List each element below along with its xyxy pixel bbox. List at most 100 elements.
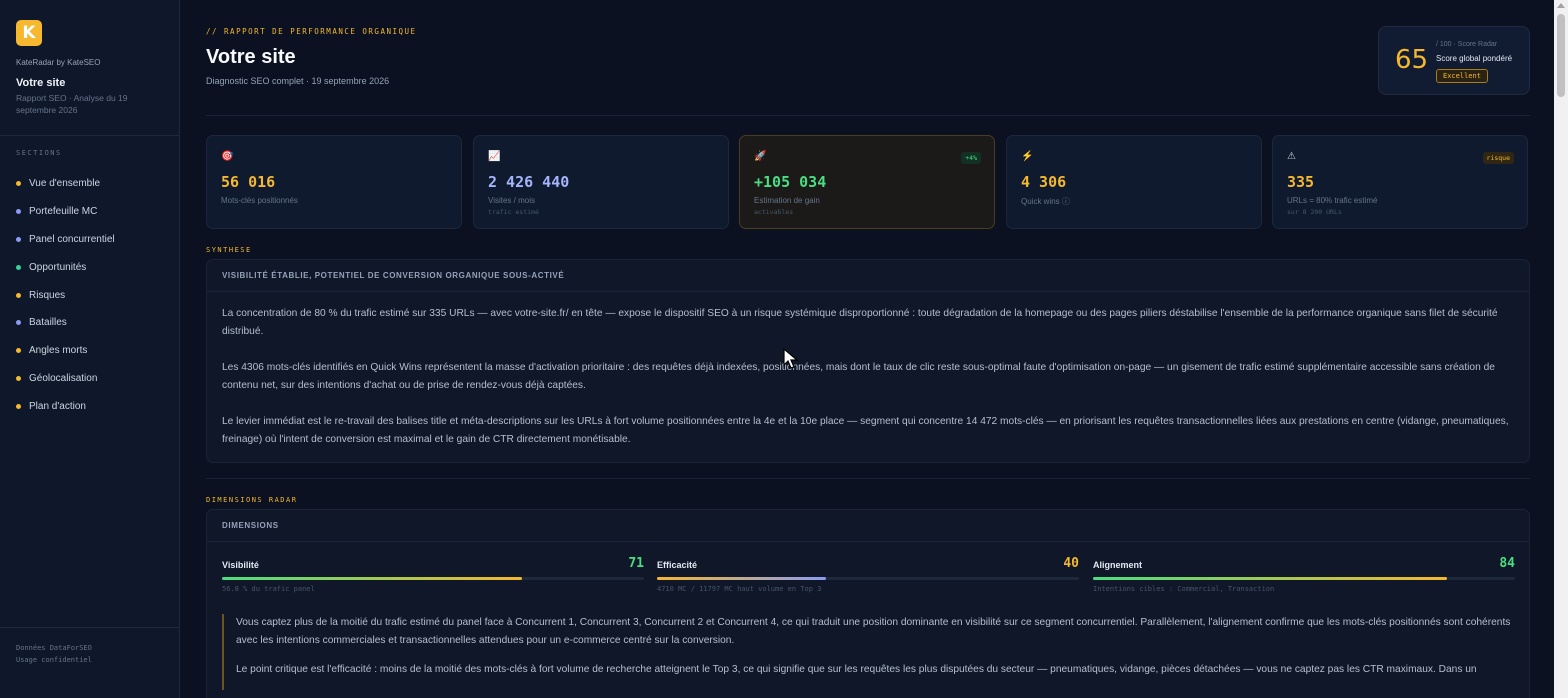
synthese-paragraph: La concentration de 80 % du trafic estim… [222, 308, 1498, 337]
kpi-card: ⚡ 4 306 Quick wins ⓘ [1006, 135, 1262, 229]
kpi-label: Mots-clés positionnés [221, 196, 298, 205]
kpi-card: ⚠ 335 URLs = 80% trafic estimé sur 8 200 UR… [1272, 135, 1528, 229]
report-subtitle: Rapport SEO · Analyse du 19 septembre 20… [16, 93, 128, 115]
kpi-value: 4 306 [1021, 173, 1067, 191]
dimension-name: Efficacité [657, 560, 698, 570]
sidebar-nav: Vue d'ensemble Portefeuille MC Panel concu… [16, 170, 115, 420]
kpi-card: 🚀 +105 034 Estimation de gain activables +4% [739, 135, 995, 229]
dimension-score: 84 [1499, 556, 1515, 571]
kpi-card: 📈 2 426 440 Visites / mois trafic estimé [473, 135, 729, 229]
synthese-card: VISIBILITÉ ÉTABLIE, POTENTIEL DE CONVERS… [206, 259, 1530, 463]
sidebar-item-label: Géolocalisation [29, 372, 98, 384]
sidebar-footer: Données DataForSEO Usage confidentiel [16, 642, 92, 666]
dimension-note: 56.8 % du trafic panel [222, 585, 315, 593]
sidebar-item-label: Plan d'action [29, 400, 86, 412]
lightning-icon: ⚡ [1021, 151, 1034, 162]
sidebar-item[interactable]: Géolocalisation [16, 365, 115, 393]
synthese-paragraph: Le levier immédiat est le re-travail des… [222, 416, 1509, 445]
page-title: Votre site [206, 46, 296, 68]
rocket-icon: 🚀 [754, 151, 767, 162]
analysis-paragraph: Vous captez plus de la moitié du trafic … [236, 617, 1511, 646]
scrollbar-thumb[interactable] [1557, 14, 1565, 97]
page-subtitle: Diagnostic SEO complet · 19 septembre 20… [206, 76, 390, 86]
sidebar-item[interactable]: Risques [16, 281, 115, 309]
dimension-note: 4710 MC / 11797 MC haut volume en Top 3 [657, 585, 822, 593]
score-badge: Excellent [1436, 69, 1488, 83]
score-card: 65 / 100 · Score Radar Score global pond… [1378, 26, 1530, 95]
nav-dot-icon [16, 292, 21, 298]
synthese-heading: VISIBILITÉ ÉTABLIE, POTENTIEL DE CONVERS… [207, 260, 1529, 292]
score-label: Score global pondéré [1436, 54, 1513, 63]
nav-dot-icon [16, 264, 21, 270]
kpi-card: 🎯 56 016 Mots-clés positionnés [206, 135, 462, 229]
nav-dot-icon [16, 320, 21, 326]
sidebar-item[interactable]: Batailles [16, 309, 115, 337]
target-icon: 🎯 [221, 151, 234, 162]
dimension-progress-fill [222, 577, 522, 580]
dimension-score: 71 [628, 556, 644, 571]
dimension-progress-fill [1093, 577, 1448, 580]
sidebar-item-label: Panel concurrentiel [29, 233, 115, 245]
sidebar-item[interactable]: Portefeuille MC [16, 198, 115, 226]
sidebar-item-label: Risques [29, 289, 66, 301]
sidebar-item-label: Portefeuille MC [29, 206, 98, 218]
mouse-cursor-icon [783, 348, 799, 369]
sidebar-divider [0, 135, 180, 136]
kpi-value: 56 016 [221, 173, 276, 191]
dimensions-card: DIMENSIONS Visibilité 71 56.8 % du trafic … [206, 509, 1530, 698]
sidebar-item[interactable]: Angles morts [16, 337, 115, 365]
sidebar-item[interactable]: Opportunités [16, 253, 115, 281]
dimension-progress-bar [657, 577, 1079, 580]
kpi-label: Visites / mois [488, 196, 535, 205]
footer-data-source: Données DataForSEO [16, 644, 92, 652]
kpi-label: Estimation de gain [754, 196, 820, 205]
nav-dot-icon [16, 348, 21, 354]
warning-icon: ⚠ [1287, 151, 1296, 162]
brand-name: KateRadar by KateSEO [16, 58, 101, 67]
sidebar-item-label: Batailles [29, 317, 67, 329]
nav-dot-icon [16, 181, 21, 187]
dimension-progress-bar [1093, 577, 1515, 580]
scrollbar[interactable] [1554, 0, 1568, 698]
dimension-note: Intentions cibles : Commercial, Transact… [1093, 585, 1275, 593]
section-divider [206, 478, 1530, 479]
score-caption: / 100 · Score Radar [1436, 41, 1498, 48]
score-value: 65 [1395, 45, 1429, 75]
nav-dot-icon [16, 209, 21, 215]
sidebar-item-label: Opportunités [29, 261, 87, 273]
dimension-progress-fill [657, 577, 826, 580]
kpi-value: 2 426 440 [488, 173, 570, 191]
kpi-tag-badge: risque [1482, 152, 1514, 164]
kpi-tag-badge: +4% [961, 152, 981, 164]
kpi-label: URLs = 80% trafic estimé [1287, 196, 1378, 205]
sidebar-item-label: Angles morts [29, 345, 88, 357]
kpi-sublabel: activables [754, 208, 794, 216]
dimensions-section-label: DIMENSIONS RADAR [206, 496, 298, 504]
kpi-label: Quick wins ⓘ [1021, 197, 1070, 206]
report-kicker: // RAPPORT DE PERFORMANCE ORGANIQUE [206, 27, 417, 36]
analysis-paragraph: Le point critique est l'efficacité : moi… [236, 664, 1477, 675]
main-content: // RAPPORT DE PERFORMANCE ORGANIQUE Votr… [180, 0, 1554, 698]
sidebar-item[interactable]: Plan d'action [16, 392, 115, 420]
sidebar-item-label: Vue d'ensemble [29, 178, 101, 190]
kpi-value: +105 034 [754, 173, 827, 191]
scroll-up-arrow-icon[interactable] [1557, 3, 1565, 8]
sidebar-divider [0, 627, 180, 628]
sidebar-item[interactable]: Vue d'ensemble [16, 170, 115, 198]
logo[interactable]: K [16, 20, 42, 46]
synthese-section-label: SYNTHESE [206, 246, 252, 254]
site-name: Votre site [16, 77, 66, 89]
nav-dot-icon [16, 236, 21, 242]
chart-icon: 📈 [488, 151, 501, 162]
kpi-sublabel: sur 8 200 URLs [1287, 208, 1342, 216]
dimensions-heading: DIMENSIONS [207, 510, 1529, 542]
nav-dot-icon [16, 375, 21, 381]
header-divider [206, 115, 1530, 116]
sidebar-item[interactable]: Panel concurrentiel [16, 226, 115, 254]
dimension-progress-bar [222, 577, 644, 580]
sidebar: K KateRadar by KateSEO Votre site Rappor… [0, 0, 180, 698]
synthese-paragraph: Les 4306 mots-clés identifiés en Quick W… [222, 362, 1495, 391]
dimension-name: Alignement [1093, 560, 1143, 570]
footer-usage: Usage confidentiel [16, 656, 92, 664]
sections-label: SECTIONS [16, 149, 62, 157]
